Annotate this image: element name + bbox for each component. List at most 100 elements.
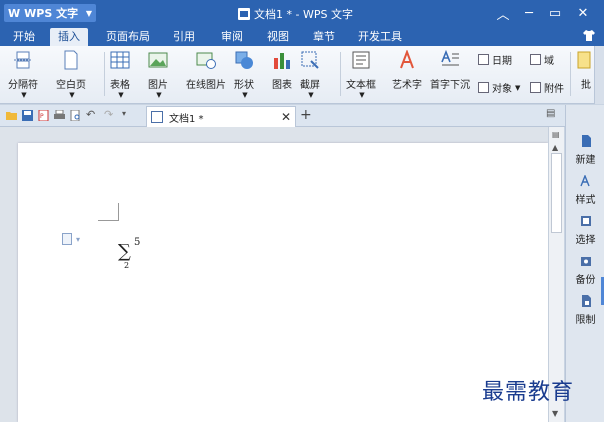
tab-start[interactable]: 开始 bbox=[4, 28, 44, 46]
chevron-up-icon: ︿ bbox=[496, 7, 510, 23]
scroll-down-icon[interactable]: ▼ bbox=[552, 409, 558, 418]
maximize-icon: ▭ bbox=[548, 5, 562, 21]
maximize-button[interactable]: ▭ bbox=[542, 3, 568, 23]
chart-icon bbox=[274, 53, 290, 69]
paragraph-handle[interactable]: ▾ bbox=[62, 233, 80, 245]
quick-access-toolbar: P ↶ ↷ ▾ 文档1 * ✕ + ▤ bbox=[0, 105, 566, 127]
wordart-button[interactable]: 艺术字 bbox=[392, 50, 422, 91]
wordart-icon bbox=[400, 50, 414, 69]
save-icon[interactable] bbox=[22, 110, 33, 121]
dropcap-button[interactable]: 首字下沉 bbox=[430, 50, 470, 91]
app-name: WPS 文字 bbox=[24, 7, 79, 20]
comment-button[interactable]: 批 bbox=[576, 50, 596, 91]
window-title: 文档1 * - WPS 文字 bbox=[238, 6, 353, 22]
minimize-button[interactable]: ─ bbox=[516, 3, 542, 23]
comment-icon bbox=[577, 51, 591, 69]
attachment-label: 附件 bbox=[544, 84, 564, 95]
scroll-up-icon[interactable]: ▲ bbox=[552, 143, 558, 152]
title-bar: W WPS 文字 ▼ 文档1 * - WPS 文字 ︿ ─ ▭ ✕ bbox=[0, 0, 604, 26]
date-button[interactable]: 日期 bbox=[478, 52, 512, 67]
customize-toolbar-icon[interactable]: ▾ bbox=[122, 109, 133, 120]
object-button[interactable]: 对象 ▼ bbox=[478, 80, 520, 95]
styles-icon bbox=[579, 175, 590, 187]
wps-logo-icon: W bbox=[8, 6, 21, 20]
close-tab-icon[interactable]: ✕ bbox=[281, 110, 291, 124]
tab-references[interactable]: 引用 bbox=[164, 28, 204, 46]
chevron-down-icon: ▾ bbox=[76, 234, 81, 244]
open-folder-icon[interactable] bbox=[6, 110, 17, 121]
picture-icon bbox=[148, 52, 168, 68]
picture-label: 图片 bbox=[148, 80, 168, 91]
screenshot-label: 截屏 bbox=[300, 80, 320, 91]
print-preview-icon[interactable] bbox=[70, 110, 81, 121]
chart-button[interactable]: 图表 bbox=[272, 50, 292, 91]
chevron-down-icon: ▼ bbox=[515, 83, 521, 92]
watermark-logo: 最需教育 bbox=[482, 380, 575, 405]
table-icon bbox=[110, 51, 130, 69]
field-icon bbox=[530, 54, 541, 65]
attachment-button[interactable]: 附件 bbox=[530, 80, 564, 95]
dropcap-icon bbox=[441, 50, 459, 66]
ribbon-scroll-button[interactable] bbox=[594, 46, 604, 104]
field-button[interactable]: 域 bbox=[530, 52, 554, 67]
taskpane-restrict[interactable]: 限制 bbox=[566, 295, 604, 326]
tab-developer[interactable]: 开发工具 bbox=[352, 28, 408, 46]
taskpane-backup[interactable]: 备份 bbox=[566, 255, 604, 286]
chevron-down-icon: ▼ bbox=[21, 91, 27, 99]
blank-page-label: 空白页 bbox=[56, 80, 86, 91]
close-button[interactable]: ✕ bbox=[570, 3, 596, 23]
taskpane-new[interactable]: 新建 bbox=[566, 135, 604, 166]
paragraph-layout-icon bbox=[62, 233, 72, 245]
tab-section[interactable]: 章节 bbox=[304, 28, 344, 46]
tab-insert[interactable]: 插入 bbox=[50, 28, 88, 46]
redo-icon[interactable]: ↷ bbox=[104, 108, 115, 121]
document-page[interactable] bbox=[18, 143, 548, 422]
chevron-down-icon: ▼ bbox=[308, 91, 314, 99]
online-picture-label: 在线图片 bbox=[186, 80, 226, 91]
screenshot-button[interactable]: 截屏 ▼ bbox=[300, 50, 320, 99]
page-break-label: 分隔符 bbox=[8, 80, 38, 91]
sum-operator: ∑ bbox=[118, 241, 131, 262]
ruler-toggle-icon[interactable]: ▤ bbox=[552, 130, 560, 139]
app-menu-button[interactable]: W WPS 文字 ▼ bbox=[4, 4, 96, 22]
chevron-down-icon: ▼ bbox=[85, 8, 92, 18]
margin-corner-mark bbox=[118, 203, 119, 221]
page-break-button[interactable]: 分隔符 ▼ bbox=[8, 50, 38, 99]
skin-icon[interactable] bbox=[582, 29, 596, 42]
shapes-button[interactable]: 形状 ▼ bbox=[234, 50, 254, 99]
minimize-icon: ─ bbox=[525, 5, 533, 21]
taskpane-styles[interactable]: 样式 bbox=[566, 175, 604, 206]
formula-superscript: 5 bbox=[134, 237, 141, 248]
collapse-ribbon-button[interactable]: ︿ bbox=[490, 3, 516, 23]
chevron-down-icon: ▼ bbox=[242, 91, 248, 99]
textbox-button[interactable]: 文本框 ▼ bbox=[346, 50, 376, 99]
chart-label: 图表 bbox=[272, 80, 292, 91]
tab-document[interactable]: 文档1 * ✕ bbox=[146, 106, 296, 127]
taskpane-select[interactable]: 选择 bbox=[566, 215, 604, 246]
export-pdf-icon[interactable]: P bbox=[38, 110, 49, 121]
field-label: 域 bbox=[544, 56, 554, 67]
taskpane-backup-label: 备份 bbox=[575, 275, 596, 286]
tab-list-icon[interactable]: ▤ bbox=[546, 108, 557, 119]
online-picture-button[interactable]: 在线图片 bbox=[186, 50, 226, 91]
screenshot-icon bbox=[301, 51, 319, 69]
new-tab-icon[interactable]: + bbox=[300, 107, 312, 123]
textbox-label: 文本框 bbox=[346, 80, 376, 91]
tab-page-layout[interactable]: 页面布局 bbox=[100, 28, 156, 46]
wordart-label: 艺术字 bbox=[392, 80, 422, 91]
backup-icon bbox=[580, 257, 591, 266]
close-icon: ✕ bbox=[577, 5, 589, 21]
chevron-down-icon: ▼ bbox=[69, 91, 75, 99]
undo-icon[interactable]: ↶ bbox=[86, 108, 97, 121]
picture-button[interactable]: 图片 ▼ bbox=[148, 50, 168, 99]
table-button[interactable]: 表格 ▼ bbox=[110, 50, 130, 99]
document-icon bbox=[151, 111, 163, 123]
print-icon[interactable] bbox=[54, 110, 65, 121]
tab-review[interactable]: 审阅 bbox=[212, 28, 252, 46]
blank-page-button[interactable]: 空白页 ▼ bbox=[56, 50, 86, 99]
calendar-icon bbox=[478, 54, 489, 65]
restrict-icon bbox=[581, 295, 591, 307]
taskpane-select-label: 选择 bbox=[575, 235, 596, 246]
tab-view[interactable]: 视图 bbox=[258, 28, 298, 46]
scrollbar-thumb[interactable] bbox=[551, 153, 562, 233]
